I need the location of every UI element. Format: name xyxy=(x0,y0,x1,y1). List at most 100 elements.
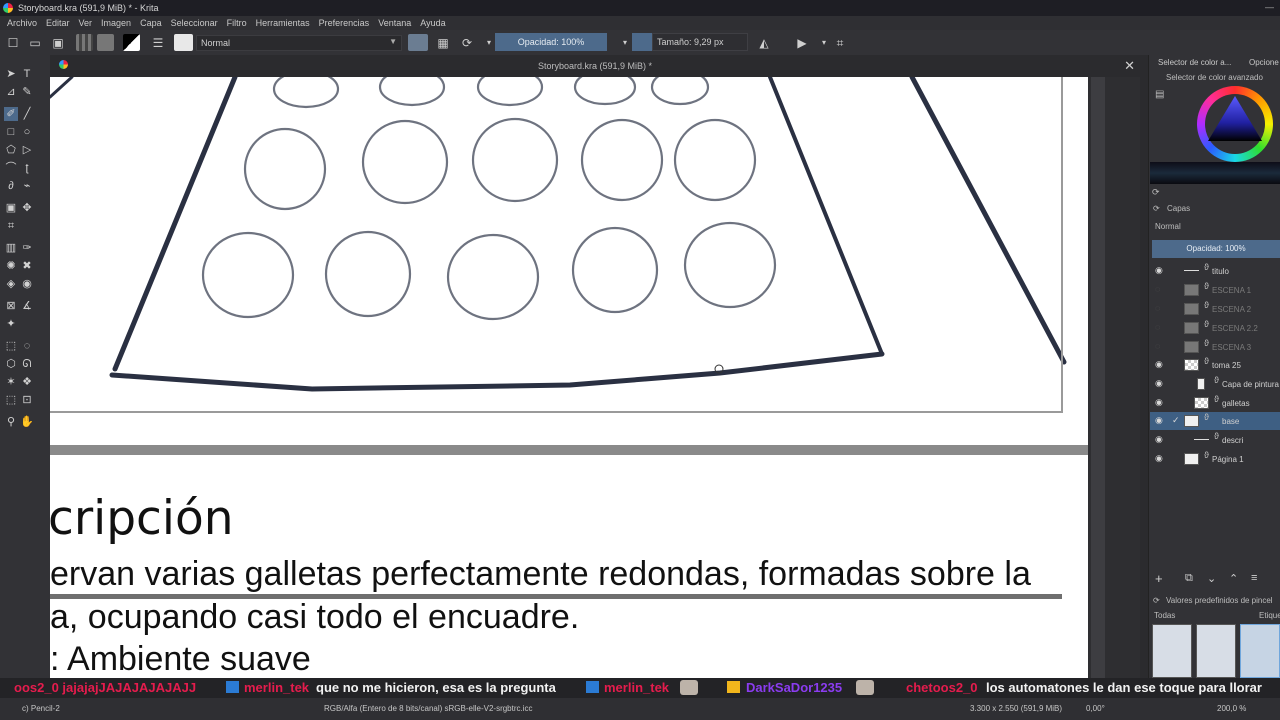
tab-options[interactable]: Opcione xyxy=(1249,58,1279,67)
reference-tool-icon[interactable]: ✦ xyxy=(4,317,18,331)
layers-blend-mode[interactable]: Normal xyxy=(1155,222,1181,231)
polyline-tool-icon[interactable]: ▷ xyxy=(20,143,34,157)
layer-row-selected[interactable]: ◉ ✓ ϑ base xyxy=(1150,412,1280,430)
chevron-down-icon[interactable]: ▾ xyxy=(482,36,496,50)
close-icon[interactable]: ✕ xyxy=(1124,58,1135,74)
brush-tag-select[interactable]: Etique xyxy=(1259,611,1280,620)
zoom-tool-icon[interactable]: ⚲ xyxy=(4,415,18,429)
menu-ayuda[interactable]: Ayuda xyxy=(420,18,445,28)
refresh-icon[interactable]: ⟳ xyxy=(1152,187,1160,198)
chevron-down-icon[interactable]: ▾ xyxy=(618,36,632,50)
brush-preset-pencil[interactable] xyxy=(1152,624,1192,678)
rectangle-tool-icon[interactable]: □ xyxy=(4,125,18,139)
layer-row[interactable]: ◌ ϑ ESCENA 1 xyxy=(1150,281,1280,299)
move-up-icon[interactable]: ⌃ xyxy=(1229,572,1238,585)
canvas[interactable]: cripción ervan varias galletas perfectam… xyxy=(50,77,1140,698)
menu-herramientas[interactable]: Herramientas xyxy=(256,18,310,28)
freehand-brush-icon[interactable]: ✐ xyxy=(4,107,18,121)
opacity-slider[interactable]: Opacidad: 100% xyxy=(495,33,607,51)
smart-patch-icon[interactable]: ✖ xyxy=(20,259,34,273)
layer-row[interactable]: ◉ ϑ toma 25 xyxy=(1150,356,1280,374)
mirror-vertical-icon[interactable]: ▶ xyxy=(795,36,809,50)
similar-select-icon[interactable]: ❖ xyxy=(20,375,34,389)
rect-select-icon[interactable]: ⬚ xyxy=(4,339,18,353)
menu-seleccionar[interactable]: Seleccionar xyxy=(171,18,218,28)
menu-editar[interactable]: Editar xyxy=(46,18,70,28)
duplicate-layer-icon[interactable]: ⧉ xyxy=(1185,572,1193,585)
polygon-tool-icon[interactable]: ⬠ xyxy=(4,143,18,157)
eye-icon[interactable]: ◉ xyxy=(1155,453,1163,464)
ellipse-select-icon[interactable]: ◌ xyxy=(20,339,34,353)
blend-mode-select[interactable]: Normal ▼ xyxy=(196,35,402,51)
status-brush[interactable]: c) Pencil-2 xyxy=(22,704,60,713)
status-zoom[interactable]: 200,0 % xyxy=(1217,704,1246,713)
menu-imagen[interactable]: Imagen xyxy=(101,18,131,28)
text-tool-icon[interactable]: T xyxy=(20,67,34,81)
color-history-bar[interactable] xyxy=(1150,162,1280,184)
gradient-tool-icon[interactable]: ▥ xyxy=(4,241,18,255)
menu-preferencias[interactable]: Preferencias xyxy=(319,18,370,28)
menu-capa[interactable]: Capa xyxy=(140,18,162,28)
eye-closed-icon[interactable]: ◌ xyxy=(1155,322,1160,332)
layer-row[interactable]: ◉ ϑ descri xyxy=(1150,431,1280,449)
pan-tool-icon[interactable]: ✋ xyxy=(20,415,34,429)
eraser-mode-icon[interactable] xyxy=(408,34,428,51)
selector-menu-icon[interactable]: ▤ xyxy=(1155,89,1164,100)
polygon-select-icon[interactable]: ⬡ xyxy=(4,357,18,371)
reload-preset-icon[interactable]: ⟳ xyxy=(460,36,474,50)
select-shape-icon[interactable]: ➤ xyxy=(4,67,18,81)
brush-presets-icon[interactable]: ☰ xyxy=(151,36,165,50)
calligraphy-icon[interactable]: ✎ xyxy=(20,85,34,99)
open-folder-icon[interactable]: ▭ xyxy=(28,36,42,50)
brush-filter-select[interactable]: Todas xyxy=(1154,611,1175,620)
add-layer-icon[interactable]: + xyxy=(1155,571,1163,586)
fg-bg-color-icon[interactable] xyxy=(123,34,140,51)
layer-menu-icon[interactable]: ≡ xyxy=(1251,572,1257,584)
eye-icon[interactable]: ◉ xyxy=(1155,359,1163,370)
eye-icon[interactable]: ◉ xyxy=(1155,378,1163,389)
menu-filtro[interactable]: Filtro xyxy=(227,18,247,28)
eye-closed-icon[interactable]: ◌ xyxy=(1155,303,1160,313)
layer-row[interactable]: ◉ ϑ Capa de pintura xyxy=(1150,375,1280,393)
assistant-tool-icon[interactable]: ⊠ xyxy=(4,299,18,313)
ellipse-tool-icon[interactable]: ○ xyxy=(20,125,34,139)
layer-row[interactable]: ◌ ϑ ESCENA 3 xyxy=(1150,338,1280,356)
eye-icon[interactable]: ◉ xyxy=(1155,434,1163,445)
document-tab[interactable]: Storyboard.kra (591,9 MiB) * ✕ xyxy=(50,55,1140,77)
line-tool-icon[interactable]: ╱ xyxy=(20,107,34,121)
eye-icon[interactable]: ◉ xyxy=(1155,415,1163,426)
eye-icon[interactable]: ◉ xyxy=(1155,397,1163,408)
bezier-path-icon[interactable]: ʈ xyxy=(20,161,34,175)
crop-tool-icon[interactable]: ⌗ xyxy=(4,219,18,233)
pattern-swatch[interactable] xyxy=(76,34,93,51)
layer-row[interactable]: ◉ ϑ Página 1 xyxy=(1150,450,1280,468)
measure-tool-icon[interactable]: ∡ xyxy=(20,299,34,313)
eye-icon[interactable]: ◉ xyxy=(1155,265,1163,276)
enclose-fill-icon[interactable]: ◉ xyxy=(20,277,34,291)
layer-row[interactable]: ◌ ϑ ESCENA 2.2 xyxy=(1150,319,1280,337)
alpha-lock-icon[interactable]: ▦ xyxy=(436,36,450,50)
new-document-icon[interactable]: ☐ xyxy=(6,36,20,50)
eye-closed-icon[interactable]: ◌ xyxy=(1155,284,1160,294)
brush-preset-selected[interactable] xyxy=(1240,624,1280,678)
scrollbar-thumb[interactable] xyxy=(1091,77,1105,697)
move-tool-icon[interactable]: ✥ xyxy=(20,201,34,215)
gradient-swatch[interactable] xyxy=(97,34,114,51)
transform-tool-icon[interactable]: ▣ xyxy=(4,201,18,215)
fill-tool-icon[interactable]: ◈ xyxy=(4,277,18,291)
move-down-icon[interactable]: ⌄ xyxy=(1207,572,1216,585)
layer-row[interactable]: ◉ ϑ galletas xyxy=(1150,394,1280,412)
layer-opacity-slider[interactable]: Opacidad: 100% xyxy=(1152,240,1280,258)
magnetic-select-icon[interactable]: ⊡ xyxy=(20,393,34,407)
layer-row[interactable]: ◌ ϑ ESCENA 2 xyxy=(1150,300,1280,318)
status-rotation[interactable]: 0,00° xyxy=(1086,704,1105,713)
menu-ventana[interactable]: Ventana xyxy=(378,18,411,28)
minimize-icon[interactable]: — xyxy=(1265,2,1274,12)
contiguous-select-icon[interactable]: ✶ xyxy=(4,375,18,389)
brush-preview-icon[interactable] xyxy=(174,34,193,51)
freehand-select-icon[interactable]: ᘏ xyxy=(20,357,34,371)
bezier-select-icon[interactable]: ⬚ xyxy=(4,393,18,407)
edit-shape-icon[interactable]: ⊿ xyxy=(4,85,18,99)
freehand-path-icon[interactable]: ∂ xyxy=(4,179,18,193)
menu-ver[interactable]: Ver xyxy=(79,18,93,28)
